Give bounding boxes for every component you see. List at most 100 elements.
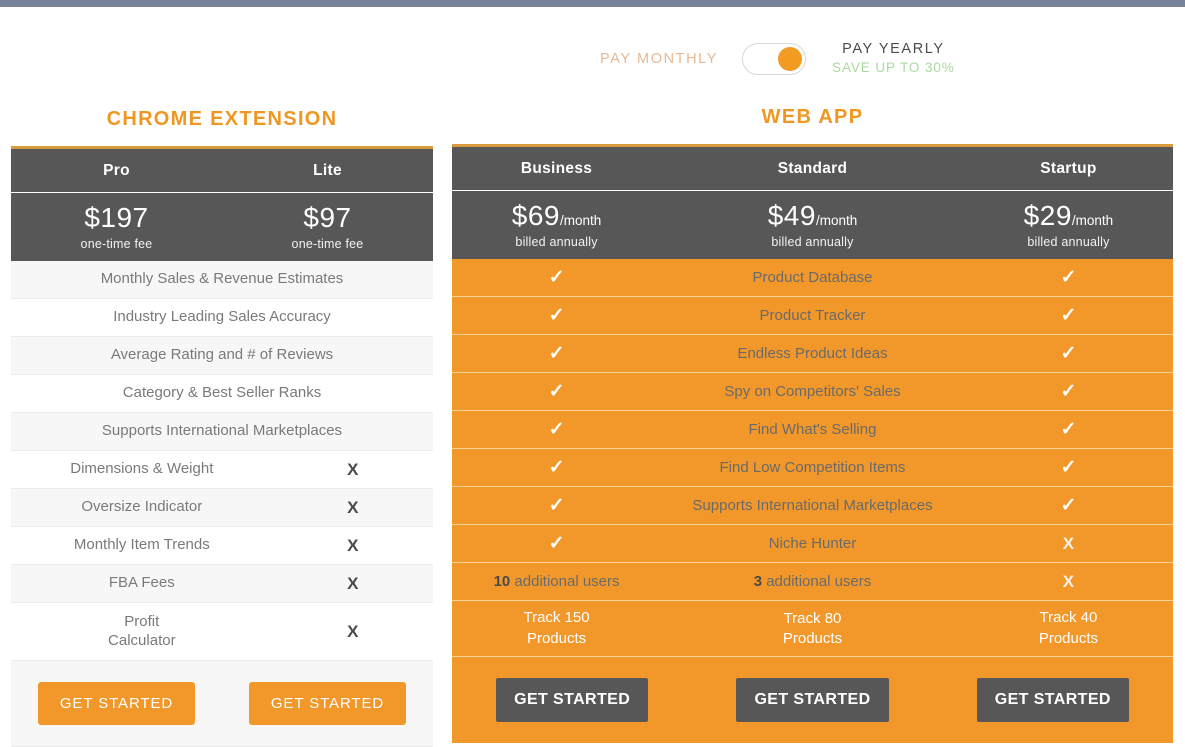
feature-label: Product Database xyxy=(661,268,964,288)
check-icon: ✓ xyxy=(452,532,661,555)
billing-period-toggle-area: PAY MONTHLY PAY YEARLY SAVE UP TO 30% xyxy=(0,40,1185,95)
table-row: ✓ Supports International Marketplaces ✓ xyxy=(452,487,1173,525)
table-row: ✓ Spy on Competitors' Sales ✓ xyxy=(452,373,1173,411)
chrome-col-pro: Pro xyxy=(11,162,222,180)
chrome-price-pro: $197 one-time fee xyxy=(11,203,222,251)
table-row: Monthly Sales & Revenue Estimates xyxy=(11,261,433,299)
webapp-price-startup-note: billed annually xyxy=(964,235,1173,249)
check-icon: ✓ xyxy=(964,304,1173,327)
get-started-button-standard[interactable]: GET STARTED xyxy=(736,678,888,722)
chrome-price-lite-amount: $97 xyxy=(222,203,433,232)
table-row: Category & Best Seller Ranks xyxy=(11,375,433,413)
webapp-col-standard: Standard xyxy=(661,160,964,178)
feature-label: Find What's Selling xyxy=(661,420,964,440)
feature-label: Monthly Sales & Revenue Estimates xyxy=(11,270,433,289)
chrome-price-pro-note: one-time fee xyxy=(11,237,222,251)
billing-toggle-switch[interactable] xyxy=(742,43,806,75)
webapp-price-row: $69/month billed annually $49/month bill… xyxy=(452,191,1173,259)
webapp-price-standard: $49/month billed annually xyxy=(661,201,964,249)
feature-label: Profit Calculator xyxy=(11,613,273,651)
check-icon: ✓ xyxy=(964,266,1173,289)
webapp-price-startup: $29/month billed annually xyxy=(964,201,1173,249)
webapp-cta-startup-cell: GET STARTED xyxy=(933,678,1173,722)
chrome-price-lite-note: one-time fee xyxy=(222,237,433,251)
chrome-price-pro-amount: $197 xyxy=(11,203,222,232)
table-row: Profit Calculator X xyxy=(11,603,433,661)
table-row-additional-users: 10 additional users 3 additional users X xyxy=(452,563,1173,601)
check-icon: ✓ xyxy=(452,266,661,289)
webapp-price-standard-note: billed annually xyxy=(661,235,964,249)
table-row: ✓ Endless Product Ideas ✓ xyxy=(452,335,1173,373)
webapp-price-business-amount: $69/month xyxy=(452,201,661,230)
feature-label: Supports International Marketplaces xyxy=(661,496,964,516)
get-started-button-pro[interactable]: GET STARTED xyxy=(38,682,195,725)
get-started-button-business[interactable]: GET STARTED xyxy=(496,678,648,722)
x-icon: X xyxy=(273,498,433,518)
feature-label: Endless Product Ideas xyxy=(661,344,964,364)
table-row: ✓ Find What's Selling ✓ xyxy=(452,411,1173,449)
feature-label: Average Rating and # of Reviews xyxy=(11,346,433,365)
get-started-button-lite[interactable]: GET STARTED xyxy=(249,682,406,725)
check-icon: ✓ xyxy=(452,494,661,517)
table-row-track-products: Track 150 Products Track 80 Products Tra… xyxy=(452,601,1173,657)
webapp-price-business: $69/month billed annually xyxy=(452,201,661,249)
table-row: ✓ Product Tracker ✓ xyxy=(452,297,1173,335)
x-icon: X xyxy=(964,572,1173,592)
table-row: Supports International Marketplaces xyxy=(11,413,433,451)
check-icon: ✓ xyxy=(452,304,661,327)
feature-label: Product Tracker xyxy=(661,306,964,326)
feature-label: Find Low Competition Items xyxy=(661,458,964,478)
chrome-col-lite: Lite xyxy=(222,162,433,180)
x-icon: X xyxy=(964,534,1173,554)
check-icon: ✓ xyxy=(452,342,661,365)
pay-monthly-label[interactable]: PAY MONTHLY xyxy=(600,51,742,67)
business-track-products: Track 150 Products xyxy=(452,608,661,649)
chrome-pro-only-features: Dimensions & Weight X Oversize Indicator… xyxy=(11,451,433,661)
save-up-to-label: SAVE UP TO 30% xyxy=(832,60,955,77)
web-app-title: WEB APP xyxy=(452,106,1173,129)
check-icon: ✓ xyxy=(452,418,661,441)
check-icon: ✓ xyxy=(964,342,1173,365)
feature-label: Spy on Competitors' Sales xyxy=(661,382,964,402)
feature-label: Supports International Marketplaces xyxy=(11,422,433,441)
web-app-pricing-table: Business Standard Startup $69/month bill… xyxy=(452,144,1173,745)
table-row: ✓ Product Database ✓ xyxy=(452,259,1173,297)
webapp-cta-row: GET STARTED GET STARTED GET STARTED xyxy=(452,657,1173,745)
check-icon: ✓ xyxy=(452,380,661,403)
feature-label: Dimensions & Weight xyxy=(11,460,273,479)
get-started-button-startup[interactable]: GET STARTED xyxy=(977,678,1129,722)
table-row: Oversize Indicator X xyxy=(11,489,433,527)
chrome-cta-lite-cell: GET STARTED xyxy=(222,682,433,725)
table-row: Average Rating and # of Reviews xyxy=(11,337,433,375)
chrome-table-header: Pro Lite xyxy=(11,149,433,193)
webapp-price-startup-amount: $29/month xyxy=(964,201,1173,230)
startup-track-products: Track 40 Products xyxy=(964,608,1173,649)
business-additional-users: 10 additional users xyxy=(452,573,661,590)
table-row: Monthly Item Trends X xyxy=(11,527,433,565)
webapp-price-business-note: billed annually xyxy=(452,235,661,249)
webapp-price-standard-amount: $49/month xyxy=(661,201,964,230)
table-row: Dimensions & Weight X xyxy=(11,451,433,489)
feature-label: Industry Leading Sales Accuracy xyxy=(11,308,433,327)
check-icon: ✓ xyxy=(964,380,1173,403)
table-row: FBA Fees X xyxy=(11,565,433,603)
webapp-col-business: Business xyxy=(452,160,661,178)
pay-yearly-group[interactable]: PAY YEARLY SAVE UP TO 30% xyxy=(806,40,955,77)
toggle-knob xyxy=(778,47,802,71)
table-row: ✓ Niche Hunter X xyxy=(452,525,1173,563)
webapp-cta-business-cell: GET STARTED xyxy=(452,678,692,722)
table-row: ✓ Find Low Competition Items ✓ xyxy=(452,449,1173,487)
chrome-cta-pro-cell: GET STARTED xyxy=(11,682,222,725)
chrome-shared-features: Monthly Sales & Revenue Estimates Indust… xyxy=(11,261,433,451)
pay-yearly-label: PAY YEARLY xyxy=(832,40,955,58)
x-icon: X xyxy=(273,536,433,556)
chrome-price-row: $197 one-time fee $97 one-time fee xyxy=(11,193,433,261)
webapp-col-startup: Startup xyxy=(964,160,1173,178)
webapp-features: ✓ Product Database ✓ ✓ Product Tracker ✓… xyxy=(452,259,1173,657)
feature-label: Category & Best Seller Ranks xyxy=(11,384,433,403)
feature-label: Monthly Item Trends xyxy=(11,536,273,555)
feature-label: Niche Hunter xyxy=(661,534,964,554)
table-row: Industry Leading Sales Accuracy xyxy=(11,299,433,337)
standard-track-products: Track 80 Products xyxy=(661,609,964,648)
check-icon: ✓ xyxy=(452,456,661,479)
